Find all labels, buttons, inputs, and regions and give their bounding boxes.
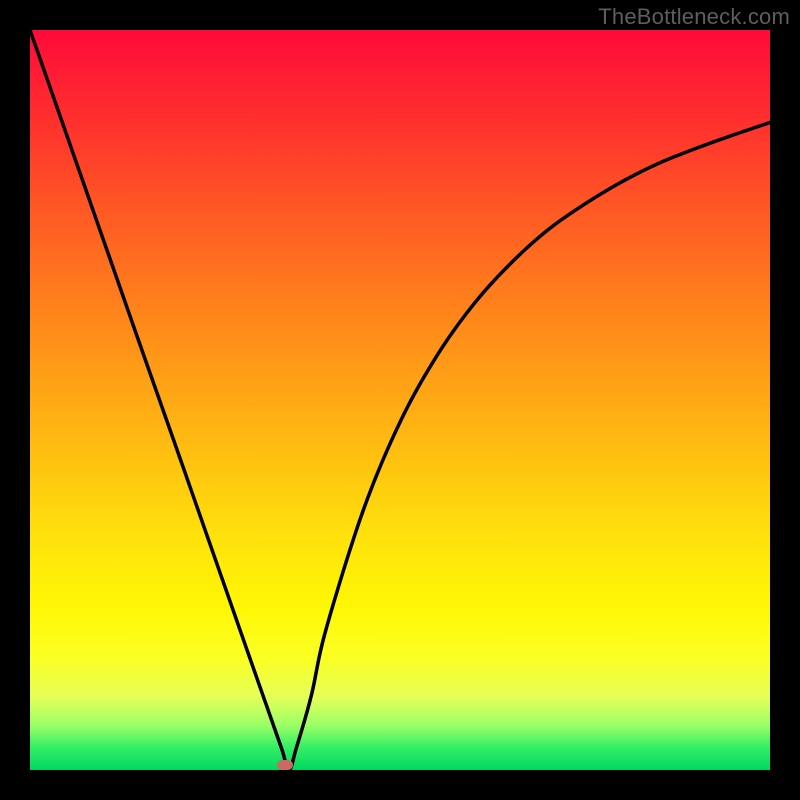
minimum-marker [277,760,293,770]
chart-frame: TheBottleneck.com [0,0,800,800]
bottleneck-curve [30,30,770,770]
plot-area [30,30,770,770]
curve-path [30,30,770,770]
watermark-text: TheBottleneck.com [598,4,790,30]
